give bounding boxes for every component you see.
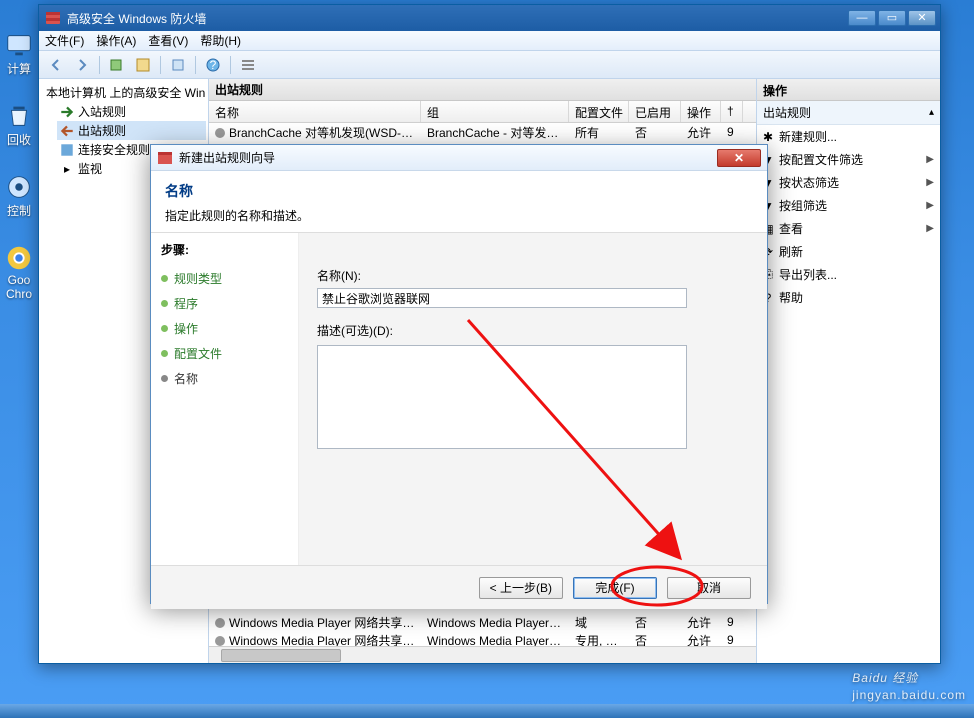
wizard-subheading: 指定此规则的名称和描述。	[165, 207, 753, 224]
monitor-icon: ▸	[59, 162, 75, 176]
outbound-icon	[59, 124, 75, 138]
actions-group[interactable]: 出站规则▴	[757, 101, 940, 125]
new-rule-wizard: 新建出站规则向导 ✕ 名称 指定此规则的名称和描述。 步骤: 规则类型程序操作配…	[150, 144, 768, 604]
name-label: 名称(N):	[317, 267, 749, 284]
column-headers[interactable]: 名称 组 配置文件 已启用 操作 †	[209, 101, 756, 123]
toolbar-back[interactable]	[45, 54, 67, 76]
status-dot-icon	[215, 636, 225, 646]
minimize-button[interactable]: —	[848, 10, 876, 26]
action-item[interactable]: ▼按配置文件筛选▶	[757, 148, 940, 171]
toolbar-action2[interactable]	[132, 54, 154, 76]
wizard-titlebar[interactable]: 新建出站规则向导 ✕	[151, 145, 767, 171]
table-row[interactable]: Windows Media Player 网络共享服务(... Windows …	[209, 631, 756, 646]
action-item[interactable]: ▼按状态筛选▶	[757, 171, 940, 194]
desc-label: 描述(可选)(D):	[317, 322, 749, 339]
action-item[interactable]: ▼按组筛选▶	[757, 194, 940, 217]
wizard-footer: < 上一步(B) 完成(F) 取消	[151, 565, 767, 609]
wizard-heading: 名称	[165, 181, 753, 201]
window-title: 高级安全 Windows 防火墙	[67, 10, 848, 27]
wizard-step[interactable]: 程序	[161, 291, 288, 316]
firewall-icon	[157, 150, 173, 166]
titlebar[interactable]: 高级安全 Windows 防火墙 — ▭ ✕	[39, 5, 940, 31]
wizard-form: 名称(N): 描述(可选)(D):	[299, 233, 767, 565]
status-dot-icon	[215, 618, 225, 628]
inbound-icon	[59, 105, 75, 119]
wizard-title: 新建出站规则向导	[179, 149, 275, 166]
list-hscroll[interactable]	[209, 646, 756, 663]
wizard-step[interactable]: 配置文件	[161, 341, 288, 366]
wizard-close-button[interactable]: ✕	[717, 149, 761, 167]
menu-action[interactable]: 操作(A)	[96, 32, 136, 49]
chevron-right-icon: ▶	[926, 154, 934, 165]
desktop-icon-chrome[interactable]: Goo Chro	[2, 243, 36, 301]
chevron-right-icon: ▶	[926, 200, 934, 211]
menu-view[interactable]: 查看(V)	[148, 32, 188, 49]
wizard-step[interactable]: 规则类型	[161, 266, 288, 291]
toolbar-export[interactable]	[167, 54, 189, 76]
menubar: 文件(F) 操作(A) 查看(V) 帮助(H)	[39, 31, 940, 51]
tree-outbound[interactable]: 出站规则	[57, 121, 206, 140]
cancel-button[interactable]: 取消	[667, 577, 751, 599]
action-item[interactable]: ✱新建规则...	[757, 125, 940, 148]
action-item[interactable]: ▦查看▶	[757, 217, 940, 240]
list-header: 出站规则	[209, 79, 756, 101]
action-item[interactable]: ⎘导出列表...	[757, 263, 940, 286]
desktop-icon-recycle[interactable]: 回收	[2, 101, 36, 148]
rule-desc-input[interactable]	[317, 345, 687, 449]
actions-pane: 操作 出站规则▴ ✱新建规则...▼按配置文件筛选▶▼按状态筛选▶▼按组筛选▶▦…	[756, 79, 940, 663]
col-name[interactable]: 名称	[209, 101, 421, 122]
back-button[interactable]: < 上一步(B)	[479, 577, 563, 599]
col-profile[interactable]: 配置文件	[569, 101, 629, 122]
tree-root-label: 本地计算机 上的高级安全 Win	[46, 84, 205, 101]
actions-header: 操作	[757, 79, 940, 101]
col-action[interactable]: 操作	[681, 101, 721, 122]
chevron-right-icon: ▶	[926, 223, 934, 234]
col-enabled[interactable]: 已启用	[629, 101, 681, 122]
col-extra[interactable]: †	[721, 101, 743, 122]
firewall-icon	[45, 10, 61, 26]
menu-help[interactable]: 帮助(H)	[200, 32, 241, 49]
security-icon	[59, 143, 75, 157]
toolbar-forward[interactable]	[71, 54, 93, 76]
toolbar: ?	[39, 51, 940, 79]
steps-label: 步骤:	[161, 241, 288, 258]
tree-root[interactable]: 本地计算机 上的高级安全 Win	[41, 83, 206, 102]
toolbar-list[interactable]	[237, 54, 259, 76]
finish-button[interactable]: 完成(F)	[573, 577, 657, 599]
taskbar[interactable]	[0, 704, 974, 718]
desktop-icons: 计算 回收 控制 Goo Chro	[2, 30, 36, 301]
action-item[interactable]: ⟳刷新	[757, 240, 940, 263]
wizard-step[interactable]: 名称	[161, 366, 288, 391]
rule-name-input[interactable]	[317, 288, 687, 308]
wizard-step[interactable]: 操作	[161, 316, 288, 341]
col-group[interactable]: 组	[421, 101, 569, 122]
close-button[interactable]: ✕	[908, 10, 936, 26]
watermark: Baidu 经验 jingyan.baidu.com	[852, 662, 966, 702]
collapse-icon[interactable]: ▴	[929, 107, 934, 118]
maximize-button[interactable]: ▭	[878, 10, 906, 26]
svg-text:?: ?	[210, 58, 217, 72]
chevron-right-icon: ▶	[926, 177, 934, 188]
toolbar-action1[interactable]	[106, 54, 128, 76]
table-row[interactable]: BranchCache 对等机发现(WSD-Out) BranchCache -…	[209, 123, 756, 141]
desktop-icon-control[interactable]: 控制	[2, 172, 36, 219]
table-row[interactable]: Windows Media Player 网络共享服务(... Windows …	[209, 613, 756, 631]
action-item[interactable]: ?帮助	[757, 286, 940, 309]
toolbar-help[interactable]: ?	[202, 54, 224, 76]
menu-file[interactable]: 文件(F)	[45, 32, 84, 49]
status-dot-icon	[215, 128, 225, 138]
wizard-steps: 步骤: 规则类型程序操作配置文件名称	[151, 233, 299, 565]
new-icon: ✱	[761, 130, 775, 144]
wizard-header: 名称 指定此规则的名称和描述。	[151, 171, 767, 233]
tree-inbound[interactable]: 入站规则	[57, 102, 206, 121]
desktop-icon-computer[interactable]: 计算	[2, 30, 36, 77]
